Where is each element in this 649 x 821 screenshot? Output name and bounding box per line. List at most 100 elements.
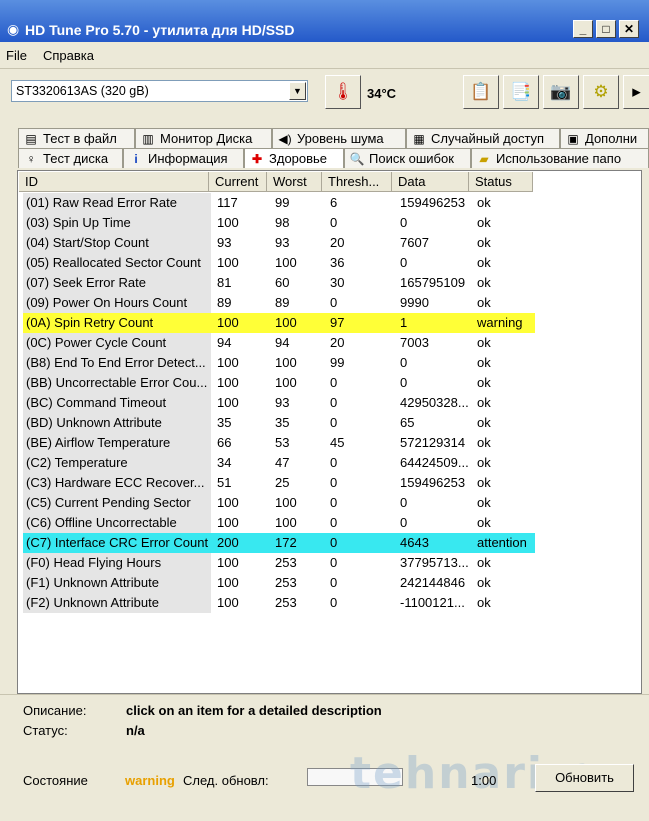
menu-help[interactable]: Справка — [43, 48, 94, 63]
cell-id: (C6) Offline Uncorrectable — [23, 513, 211, 533]
cell-data: 37795713... — [400, 555, 469, 570]
table-row[interactable]: (BD) Unknown Attribute 35 35 0 65 ok — [23, 413, 535, 433]
table-row[interactable]: (F1) Unknown Attribute 100 253 0 242144846 ok — [23, 573, 535, 593]
table-row[interactable]: (BC) Command Timeout 100 93 0 42950328... ok — [23, 393, 535, 413]
table-row[interactable]: (C5) Current Pending Sector 100 100 0 0 ok — [23, 493, 535, 513]
table-row[interactable]: (B8) End To End Error Detect... 100 100 99 0… — [23, 353, 535, 373]
cell-worst: 94 — [275, 335, 290, 350]
tab-folder-usage[interactable]: ▰ Использование папо — [471, 148, 649, 168]
cell-status: ok — [477, 575, 491, 590]
cell-threshold: 99 — [330, 355, 345, 370]
cell-worst: 93 — [275, 235, 290, 250]
table-row[interactable]: (04) Start/Stop Count 93 93 20 7607 ok — [23, 233, 535, 253]
table-row[interactable]: (F0) Head Flying Hours 100 253 0 37795713...… — [23, 553, 535, 573]
drive-select[interactable]: ST3320613AS (320 gB) ▼ — [11, 80, 308, 102]
tab-file-benchmark[interactable]: ▤ Тест в файл — [18, 128, 135, 148]
copy-all-button[interactable]: 📑 — [503, 75, 539, 109]
cell-id: (0A) Spin Retry Count — [23, 313, 211, 333]
column-header-data[interactable]: Data — [392, 172, 469, 192]
tab-random-access[interactable]: ▦ Случайный доступ — [406, 128, 560, 148]
column-header-id[interactable]: ID — [19, 172, 209, 192]
menu-bar: File Справка — [0, 42, 649, 69]
cell-status: ok — [477, 255, 491, 270]
close-button[interactable]: ✕ — [619, 20, 639, 38]
tab-error-scan[interactable]: 🔍 Поиск ошибок — [344, 148, 471, 168]
options-button[interactable]: ⚙ — [583, 75, 619, 109]
table-row[interactable]: (BB) Uncorrectable Error Cou... 100 100 0 0 o… — [23, 373, 535, 393]
exit-button[interactable]: ▸ — [623, 75, 649, 109]
cell-current: 100 — [217, 495, 239, 510]
table-row[interactable]: (0A) Spin Retry Count 100 100 97 1 warning — [23, 313, 535, 333]
table-row[interactable]: (F2) Unknown Attribute 100 253 0 -1100121...… — [23, 593, 535, 613]
update-timer: 1:00 — [471, 773, 497, 788]
column-header-threshold[interactable]: Thresh... — [322, 172, 392, 192]
cell-id: (BC) Command Timeout — [23, 393, 211, 413]
cell-data: 159496253 — [400, 195, 466, 210]
cell-data: 572129314 — [400, 435, 466, 450]
maximize-button[interactable]: □ — [596, 20, 616, 38]
cell-status: ok — [477, 355, 491, 370]
cell-id: (04) Start/Stop Count — [23, 233, 211, 253]
exit-icon: ▸ — [632, 82, 641, 101]
cell-current: 100 — [217, 215, 239, 230]
cell-current: 66 — [217, 435, 232, 450]
cell-data: 7003 — [400, 335, 429, 350]
cell-current: 200 — [217, 535, 239, 550]
cell-status: warning — [477, 315, 523, 330]
table-row[interactable]: (C2) Temperature 34 47 0 64424509... ok — [23, 453, 535, 473]
tab-noise-level[interactable]: ◀) Уровень шума — [272, 128, 406, 148]
cell-id: (0C) Power Cycle Count — [23, 333, 211, 353]
column-header-status[interactable]: Status — [469, 172, 533, 192]
table-row[interactable]: (C7) Interface CRC Error Count 200 172 0 464… — [23, 533, 535, 553]
minimize-button[interactable]: _ — [573, 20, 593, 38]
copy-info-button[interactable]: 📋 — [463, 75, 499, 109]
cell-data: 165795109 — [400, 275, 466, 290]
table-row[interactable]: (09) Power On Hours Count 89 89 0 9990 ok — [23, 293, 535, 313]
folder-icon: ▰ — [479, 152, 489, 166]
table-row[interactable]: (03) Spin Up Time 100 98 0 0 ok — [23, 213, 535, 233]
extra-icon: ▣ — [567, 132, 579, 146]
cell-threshold: 0 — [330, 475, 338, 490]
column-header-worst[interactable]: Worst — [267, 172, 322, 192]
cell-threshold: 6 — [330, 195, 338, 210]
cell-worst: 35 — [275, 415, 290, 430]
tab-label: Информация — [148, 151, 228, 166]
tab-disk-monitor[interactable]: ▥ Монитор Диска — [135, 128, 272, 148]
cell-worst: 100 — [275, 355, 297, 370]
tab-extra-tests[interactable]: ▣ Дополни — [560, 128, 649, 148]
table-row[interactable]: (BE) Airflow Temperature 66 53 45 572129314 o… — [23, 433, 535, 453]
temperature-button[interactable]: 🌡 — [325, 75, 361, 109]
tab-info[interactable]: i Информация — [123, 148, 244, 168]
search-icon: 🔍 — [349, 152, 365, 166]
cell-id: (B8) End To End Error Detect... — [23, 353, 211, 373]
cell-data: 7607 — [400, 235, 429, 250]
tab-label: Здоровье — [269, 151, 328, 166]
cell-worst: 100 — [275, 375, 297, 390]
table-row[interactable]: (05) Reallocated Sector Count 100 100 36 0 ok — [23, 253, 535, 273]
tab-label: Монитор Диска — [160, 131, 253, 146]
cell-threshold: 20 — [330, 335, 345, 350]
table-row[interactable]: (C3) Hardware ECC Recover... 51 25 0 1594962… — [23, 473, 535, 493]
cell-worst: 47 — [275, 455, 290, 470]
cell-id: (BE) Airflow Temperature — [23, 433, 211, 453]
table-row[interactable]: (01) Raw Read Error Rate 117 99 6 159496253 o… — [23, 193, 535, 213]
menu-file[interactable]: File — [6, 48, 27, 63]
cell-current: 100 — [217, 575, 239, 590]
tab-benchmark[interactable]: ♀ Тест диска — [18, 148, 123, 168]
refresh-button[interactable]: Обновить — [535, 764, 634, 792]
cell-data: 0 — [400, 495, 408, 510]
next-update-label: След. обновл: — [183, 773, 269, 788]
screenshot-button[interactable]: 📷 — [543, 75, 579, 109]
table-row[interactable]: (0C) Power Cycle Count 94 94 20 7003 ok — [23, 333, 535, 353]
cell-data: 159496253 — [400, 475, 466, 490]
table-row[interactable]: (07) Seek Error Rate 81 60 30 165795109 ok — [23, 273, 535, 293]
tab-label: Случайный доступ — [431, 131, 545, 146]
column-header-current[interactable]: Current — [209, 172, 267, 192]
cell-id: (07) Seek Error Rate — [23, 273, 211, 293]
table-row[interactable]: (C6) Offline Uncorrectable 100 100 0 0 ok — [23, 513, 535, 533]
cell-data: 0 — [400, 255, 408, 270]
tab-health[interactable]: ✚ Здоровье — [244, 148, 344, 168]
cell-data: 1 — [400, 315, 408, 330]
chevron-down-icon[interactable]: ▼ — [289, 82, 306, 100]
cell-data: 42950328... — [400, 395, 469, 410]
